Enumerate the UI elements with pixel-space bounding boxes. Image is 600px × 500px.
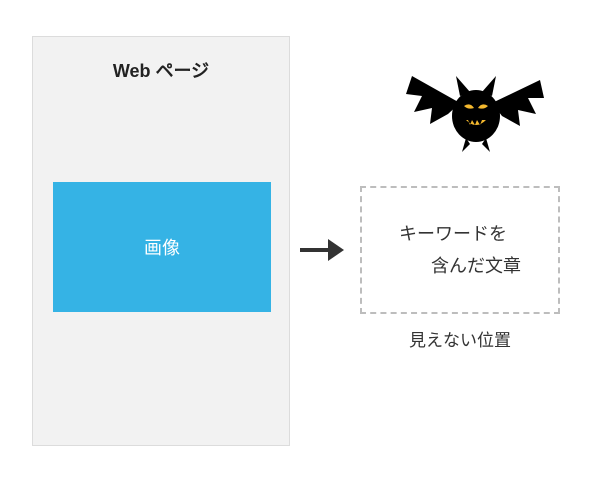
hidden-caption: 見えない位置 [360, 326, 560, 351]
bat-icon [400, 58, 550, 168]
hidden-text-box: キーワードを 含んだ文章 [360, 186, 560, 314]
hidden-text-line1: キーワードを [399, 224, 507, 244]
hidden-text-line2: 含んだ文章 [399, 250, 521, 282]
image-label: 画像 [144, 234, 180, 260]
image-placeholder: 画像 [53, 182, 271, 312]
webpage-title: Web ページ [33, 57, 289, 83]
arrow-right-icon [300, 238, 344, 262]
webpage-container: Web ページ 画像 [32, 36, 290, 446]
